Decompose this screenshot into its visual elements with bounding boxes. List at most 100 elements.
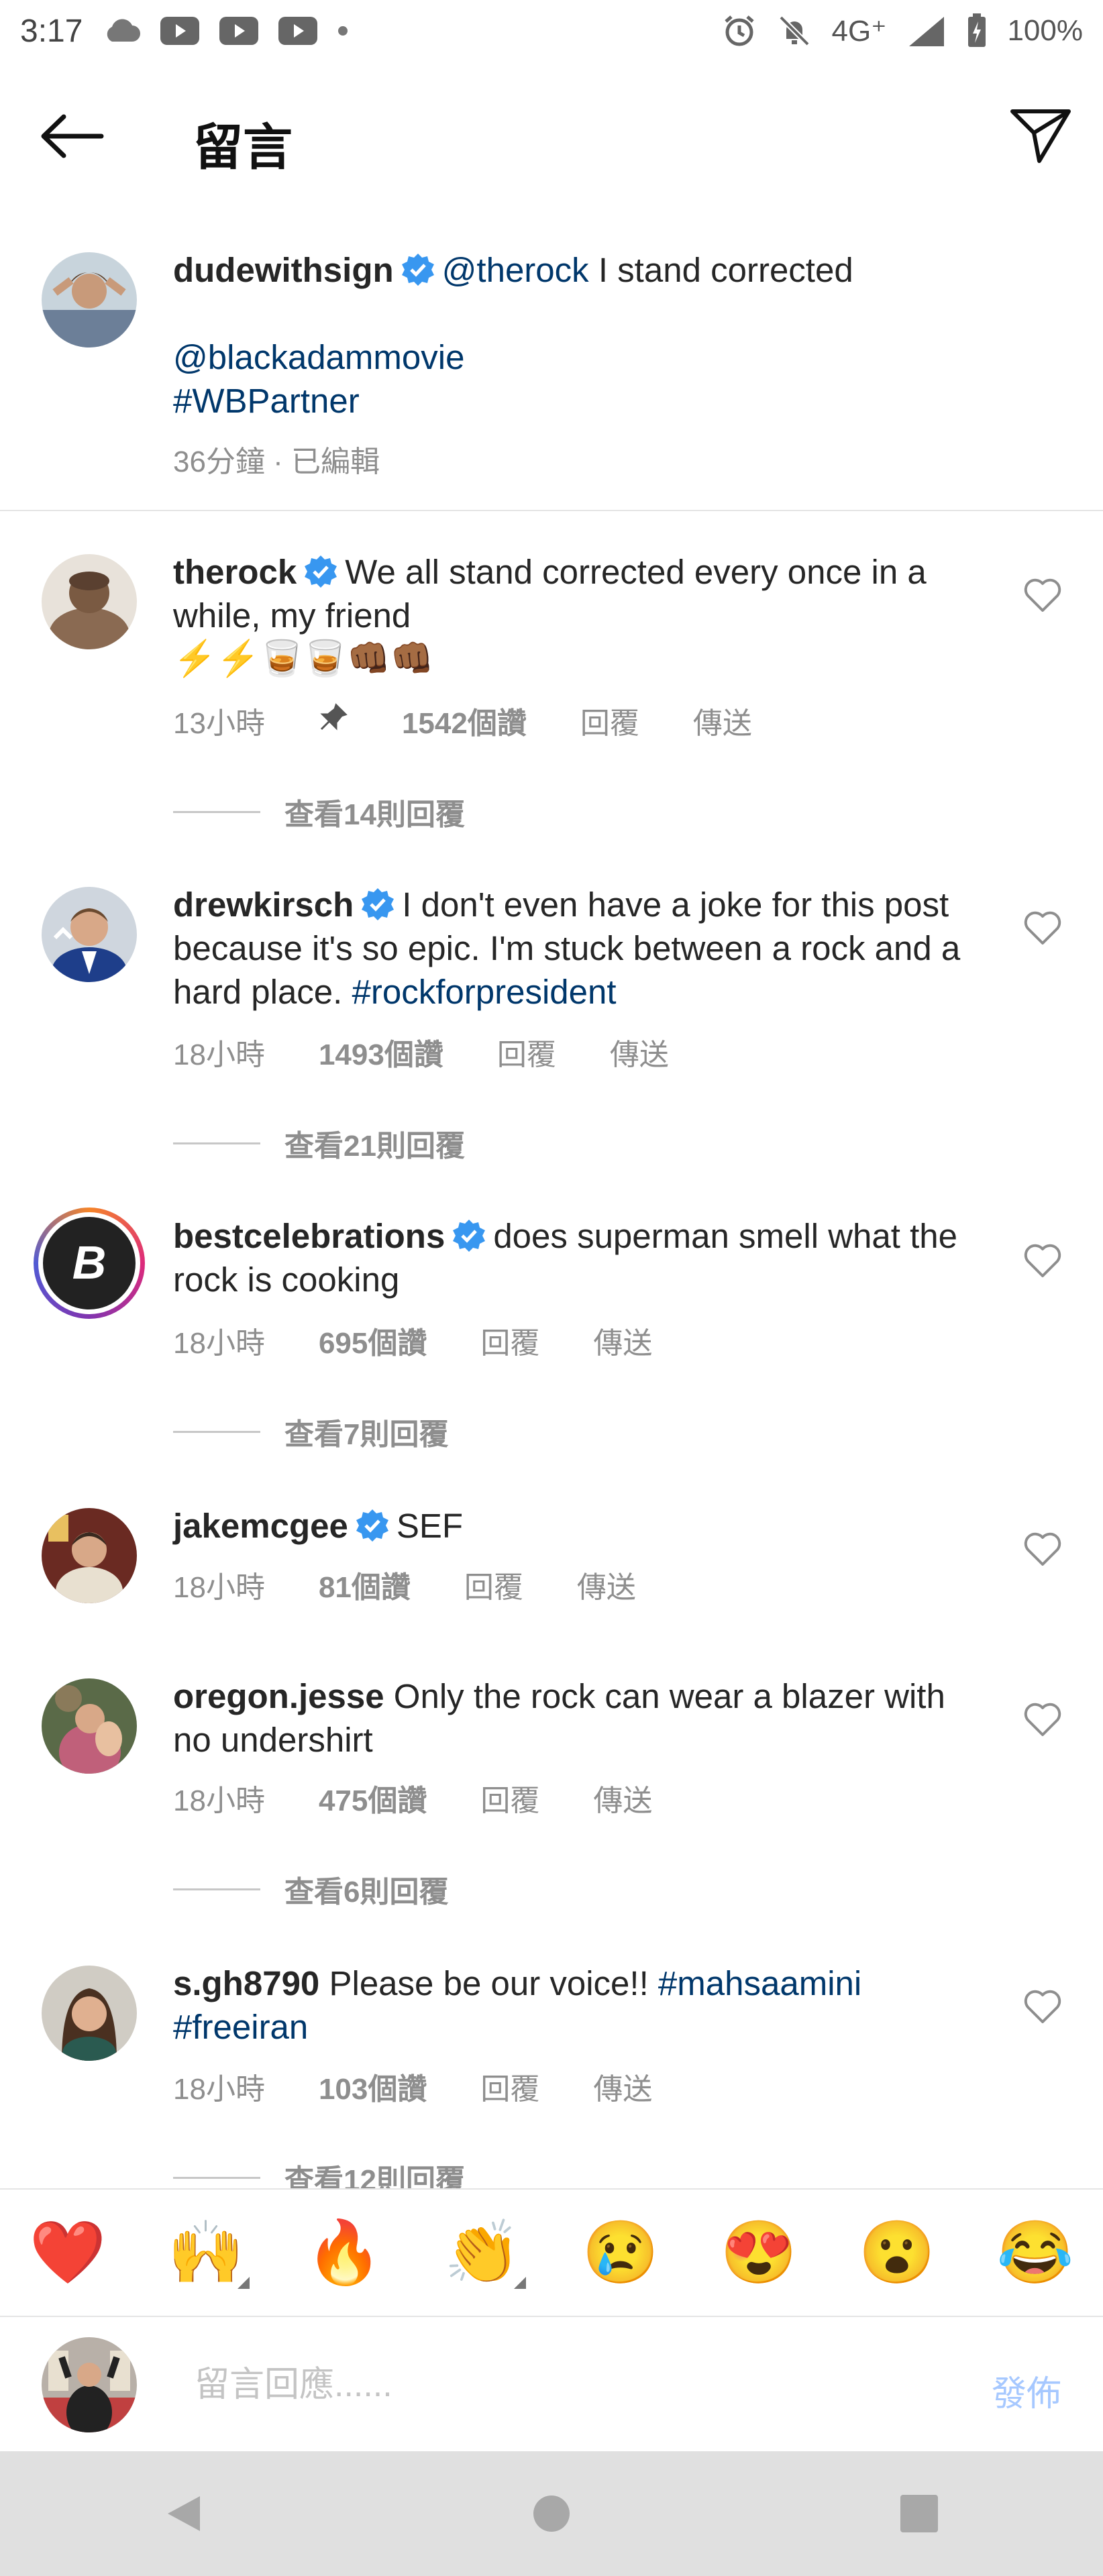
reply-button[interactable]: 回覆 <box>480 1319 539 1362</box>
send-button[interactable]: 傳送 <box>610 1030 669 1073</box>
comment-username[interactable]: oregon.jesse <box>173 1677 384 1715</box>
comment-meta: 18小時 81個讚 回覆 傳送 <box>173 1563 636 1606</box>
heart-icon[interactable] <box>1022 1700 1063 1740</box>
hashtag-link[interactable]: #mahsaamini <box>658 1964 861 2002</box>
reply-button[interactable]: 回覆 <box>464 1563 523 1606</box>
like-count[interactable]: 475個讚 <box>319 1776 427 1819</box>
dot-icon <box>337 25 348 36</box>
emoji-surprised-button[interactable]: 😮 <box>847 2222 947 2284</box>
comment-text: bestcelebrations does superman smell what… <box>173 1214 978 1301</box>
emoji-clap-button[interactable]: 👏 <box>432 2222 533 2289</box>
send-button[interactable]: 傳送 <box>577 1563 636 1606</box>
send-button[interactable]: 傳送 <box>593 1319 652 1362</box>
reply-button[interactable]: 回覆 <box>480 1776 539 1819</box>
nav-recents-button[interactable] <box>879 2473 959 2554</box>
reply-button[interactable]: 回覆 <box>497 1030 556 1073</box>
paper-plane-icon <box>1010 109 1071 163</box>
view-replies-button[interactable]: 查看12則回覆 <box>173 2156 465 2188</box>
heart-icon[interactable] <box>1022 1987 1063 2027</box>
emoji-raising-hands-button[interactable]: 🙌 <box>156 2222 256 2289</box>
comment-text: jakemcgee SEF <box>173 1504 978 1548</box>
avatar[interactable] <box>42 1966 137 2061</box>
youtube-icon <box>160 17 200 45</box>
like-count[interactable]: 103個讚 <box>319 2065 427 2108</box>
like-count[interactable]: 1493個讚 <box>319 1030 443 1073</box>
emoji-laugh-button[interactable]: 😂 <box>985 2222 1086 2284</box>
cloud-icon <box>103 19 141 43</box>
avatar[interactable] <box>42 887 137 982</box>
emoji-bar: ❤️ 🙌 🔥 👏 😢 😍 😮 😂 <box>0 2188 1103 2316</box>
back-button[interactable] <box>35 106 109 166</box>
comment-username[interactable]: jakemcgee <box>173 1507 348 1545</box>
comment-time: 18小時 <box>173 1327 265 1360</box>
avatar[interactable] <box>42 1508 137 1603</box>
divider-line <box>173 1142 260 1144</box>
comment-time: 18小時 <box>173 2073 265 2106</box>
emoji-fire-button[interactable]: 🔥 <box>294 2222 395 2284</box>
hashtag-link[interactable]: #freeiran <box>173 2005 978 2049</box>
avatar[interactable] <box>42 554 137 649</box>
view-replies-button[interactable]: 查看6則回覆 <box>173 1868 448 1911</box>
status-bar: 3:17 4G⁺ 100% <box>0 0 1103 62</box>
system-nav-bar <box>0 2451 1103 2576</box>
send-button[interactable]: 傳送 <box>593 2065 652 2108</box>
heart-icon[interactable] <box>1022 1529 1063 1570</box>
view-replies-button[interactable]: 查看21則回覆 <box>173 1122 465 1165</box>
reply-button[interactable]: 回覆 <box>480 2065 539 2108</box>
emoji-cry-button[interactable]: 😢 <box>570 2222 671 2284</box>
mention-link[interactable]: @blackadammovie <box>173 335 978 379</box>
comment-text: drewkirsch I don't even have a joke for t… <box>173 883 978 1014</box>
hashtag-link[interactable]: #rockforpresident <box>352 973 617 1011</box>
pin-icon <box>319 702 348 739</box>
current-user-avatar <box>42 2337 137 2432</box>
heart-icon[interactable] <box>1022 908 1063 949</box>
share-button[interactable] <box>1004 102 1078 169</box>
avatar[interactable] <box>42 252 137 347</box>
comment-body: Please be our voice!! <box>329 1964 658 2002</box>
youtube-icon <box>278 17 318 45</box>
like-count[interactable]: 1542個讚 <box>402 699 527 742</box>
comment-text: s.gh8790 Please be our voice!! #mahsaami… <box>173 1962 978 2049</box>
emoji-heart-button[interactable]: ❤️ <box>17 2222 118 2284</box>
comment-username[interactable]: s.gh8790 <box>173 1964 319 2002</box>
mute-icon <box>777 13 812 48</box>
caption-body: I stand corrected <box>588 251 853 289</box>
send-button[interactable]: 傳送 <box>693 699 752 742</box>
caption-username[interactable]: dudewithsign <box>173 251 394 289</box>
emoji-heart-eyes-button[interactable]: 😍 <box>708 2222 809 2284</box>
divider-line <box>173 2176 260 2179</box>
status-time: 3:17 <box>20 13 83 49</box>
nav-back-button[interactable] <box>144 2473 224 2554</box>
header: 留言 <box>0 79 1103 193</box>
corner-indicator-icon <box>514 2277 526 2289</box>
comment-username[interactable]: bestcelebrations <box>173 1217 445 1255</box>
reply-button[interactable]: 回覆 <box>580 699 639 742</box>
comment-text: therock We all stand corrected every once… <box>173 550 978 681</box>
view-replies-button[interactable]: 查看14則回覆 <box>173 790 465 833</box>
circle-home-icon <box>533 2496 570 2532</box>
alarm-icon <box>722 13 757 48</box>
comment-input[interactable] <box>193 2357 907 2412</box>
comment-username[interactable]: therock <box>173 553 297 591</box>
comment-time: 18小時 <box>173 1038 265 1071</box>
battery-icon <box>967 13 987 48</box>
send-button[interactable]: 傳送 <box>593 1776 652 1819</box>
verified-badge-icon <box>356 1509 388 1542</box>
heart-icon[interactable] <box>1022 576 1063 616</box>
heart-icon[interactable] <box>1022 1241 1063 1281</box>
avatar[interactable]: B <box>34 1208 145 1319</box>
nav-home-button[interactable] <box>511 2473 592 2554</box>
comment-meta: 18小時 695個讚 回覆 傳送 <box>173 1319 652 1362</box>
comment-meta: 18小時 1493個讚 回覆 傳送 <box>173 1030 669 1073</box>
mention-link[interactable]: @therock <box>442 251 589 289</box>
like-count[interactable]: 695個讚 <box>319 1319 427 1362</box>
comment-username[interactable]: drewkirsch <box>173 885 354 924</box>
like-count[interactable]: 81個讚 <box>319 1563 411 1606</box>
post-button[interactable]: 發佈 <box>992 2365 1061 2416</box>
hashtag-link[interactable]: #WBPartner <box>173 379 978 423</box>
comment-time: 18小時 <box>173 1571 265 1604</box>
divider <box>0 510 1103 511</box>
comment-text: oregon.jesse Only the rock can wear a bl… <box>173 1674 978 1762</box>
view-replies-button[interactable]: 查看7則回覆 <box>173 1410 448 1453</box>
avatar[interactable] <box>42 1678 137 1774</box>
